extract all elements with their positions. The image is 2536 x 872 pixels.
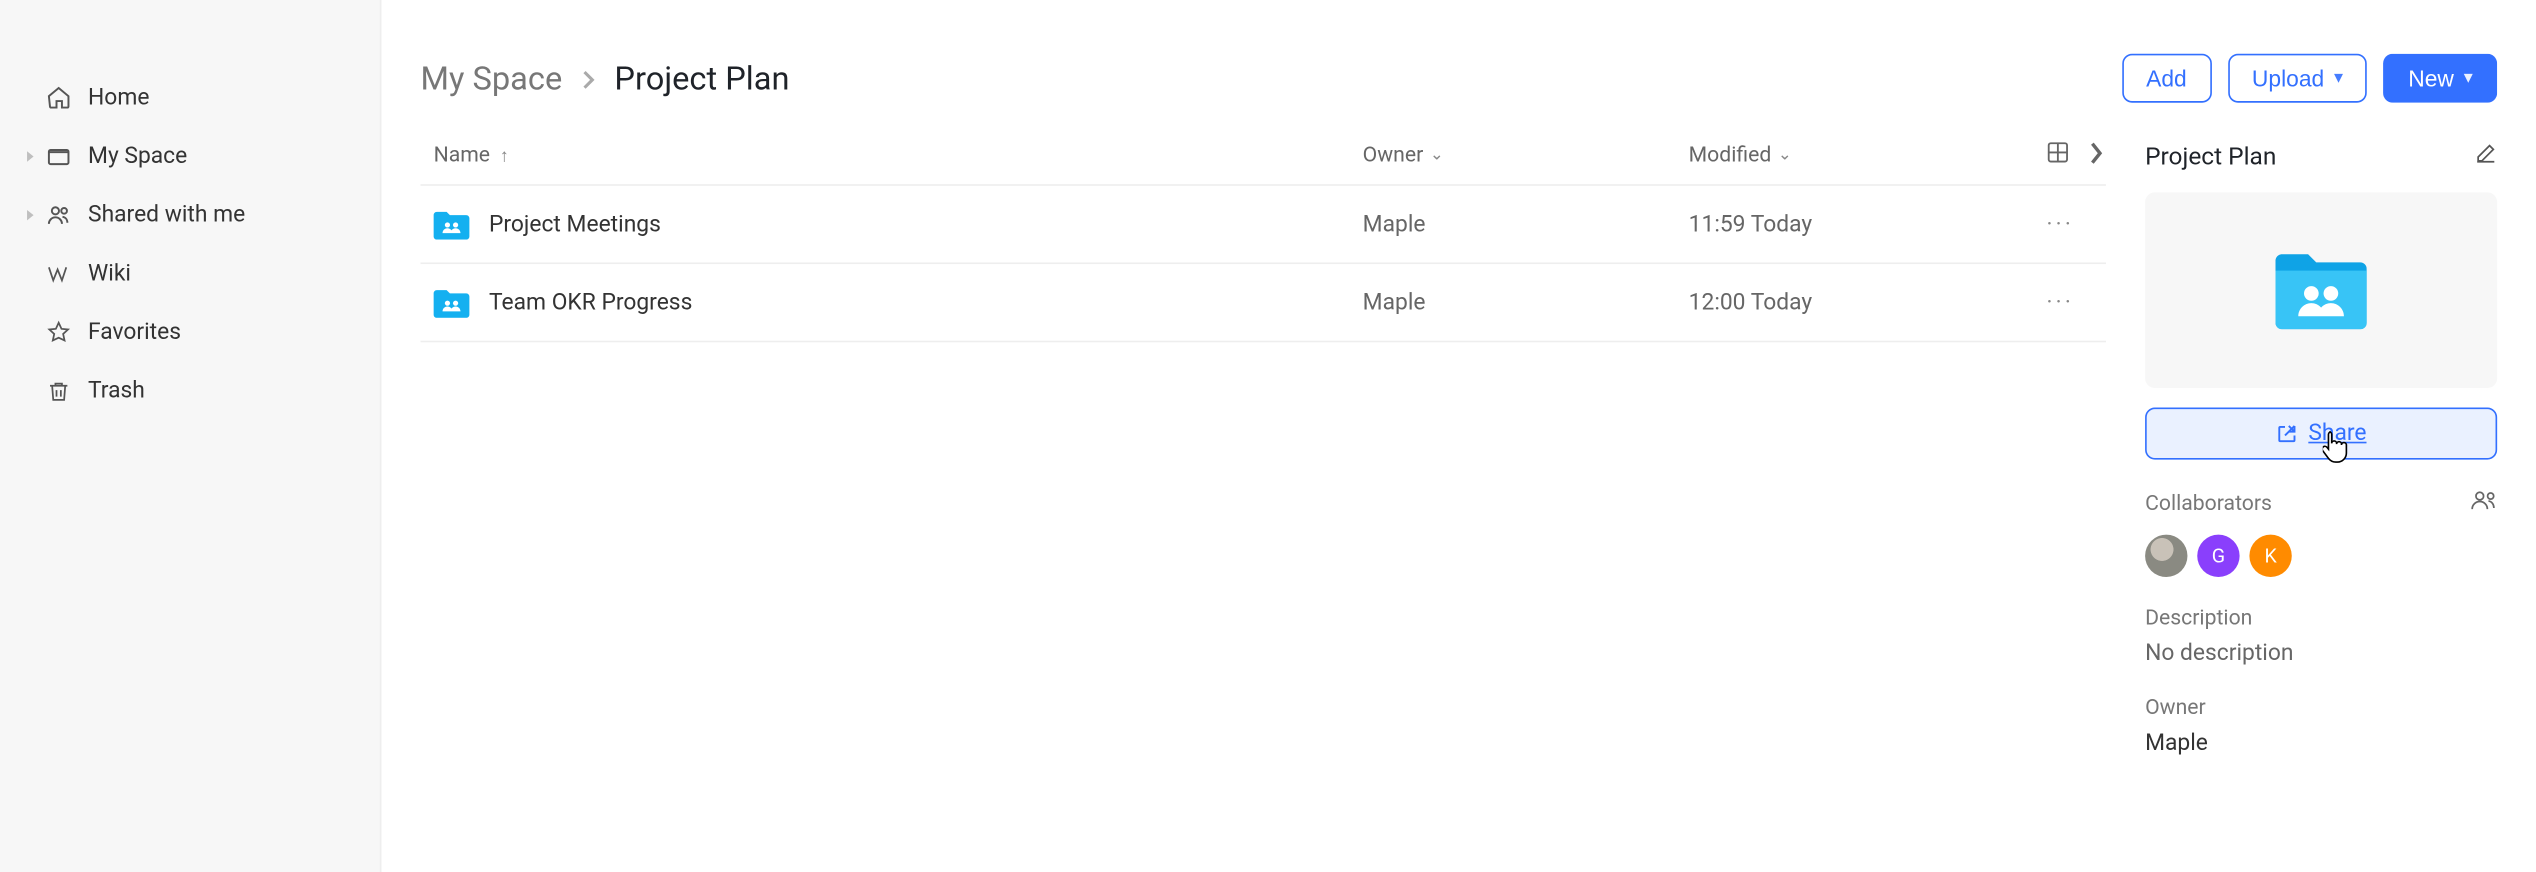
sort-ascending-icon: ↑ [500, 145, 509, 166]
star-icon [46, 319, 72, 345]
file-list: Name ↑ Owner ⌄ Modified ⌄ [421, 127, 2106, 872]
file-owner: Maple [1363, 211, 1426, 237]
wiki-icon [46, 261, 72, 287]
trash-icon [46, 378, 72, 404]
column-name[interactable]: Name ↑ [421, 143, 1363, 167]
sidebar-item-home[interactable]: Home [0, 68, 380, 127]
shared-folder-icon [434, 288, 470, 317]
add-button[interactable]: Add [2122, 54, 2212, 103]
manage-collaborators-icon[interactable] [2471, 489, 2497, 518]
share-button[interactable]: Share [2145, 408, 2497, 460]
folder-preview [2145, 192, 2497, 388]
edit-icon[interactable] [2474, 142, 2497, 171]
sidebar-item-label: Shared with me [88, 202, 245, 228]
more-actions-icon[interactable]: ··· [2046, 211, 2074, 237]
avatar[interactable] [2145, 535, 2187, 577]
chevron-down-icon: ▾ [2464, 69, 2473, 87]
sidebar-item-label: Favorites [88, 319, 181, 345]
home-icon [46, 85, 72, 111]
expand-icon[interactable] [16, 209, 45, 222]
avatar[interactable]: K [2249, 535, 2291, 577]
sidebar: Home My Space Shared with me Wiki Favori… [0, 0, 381, 872]
sidebar-item-label: Wiki [88, 261, 131, 287]
breadcrumb-current: Project Plan [614, 59, 789, 98]
details-panel: Project Plan Share Collaborators [2145, 127, 2497, 872]
details-title: Project Plan [2145, 142, 2276, 171]
chevron-down-icon: ⌄ [1778, 147, 1792, 165]
breadcrumb-parent[interactable]: My Space [421, 59, 563, 98]
chevron-down-icon: ▾ [2334, 69, 2343, 87]
table-row[interactable]: Team OKR Progress Maple 12:00 Today ··· [421, 264, 2106, 342]
avatar[interactable]: G [2197, 535, 2239, 577]
file-name: Project Meetings [489, 211, 661, 237]
column-owner[interactable]: Owner ⌄ [1363, 143, 1689, 167]
chevron-down-icon: ⌄ [1430, 147, 1444, 165]
file-name: Team OKR Progress [489, 289, 692, 315]
owner-value: Maple [2145, 730, 2497, 756]
collapse-panel-icon[interactable] [2086, 141, 2106, 170]
expand-icon[interactable] [16, 150, 45, 163]
people-icon [46, 202, 72, 228]
sidebar-item-trash[interactable]: Trash [0, 362, 380, 421]
chevron-right-icon [579, 59, 599, 98]
sidebar-item-shared-with-me[interactable]: Shared with me [0, 186, 380, 245]
new-button[interactable]: New▾ [2384, 54, 2497, 103]
sidebar-item-favorites[interactable]: Favorites [0, 303, 380, 362]
file-modified: 12:00 Today [1689, 289, 1812, 315]
sidebar-item-wiki[interactable]: Wiki [0, 245, 380, 304]
collaborator-avatars: G K [2145, 535, 2497, 577]
column-modified[interactable]: Modified ⌄ [1689, 143, 2015, 167]
share-icon [2276, 422, 2299, 445]
owner-label: Owner [2145, 696, 2206, 720]
sidebar-item-my-space[interactable]: My Space [0, 127, 380, 186]
more-actions-icon[interactable]: ··· [2046, 289, 2074, 315]
description-value: No description [2145, 641, 2497, 667]
sidebar-item-label: Home [88, 85, 149, 111]
folder-icon [46, 143, 72, 169]
grid-view-icon[interactable] [2046, 140, 2070, 171]
shared-folder-icon [434, 209, 470, 238]
main-area: My Space Project Plan Add Upload▾ New▾ N… [381, 0, 2536, 872]
sidebar-item-label: Trash [88, 378, 145, 404]
file-modified: 11:59 Today [1689, 211, 1812, 237]
table-row[interactable]: Project Meetings Maple 11:59 Today ··· [421, 186, 2106, 264]
collaborators-label: Collaborators [2145, 491, 2272, 515]
description-label: Description [2145, 606, 2252, 630]
table-header: Name ↑ Owner ⌄ Modified ⌄ [421, 127, 2106, 186]
toolbar-actions: Add Upload▾ New▾ [2122, 54, 2498, 103]
file-owner: Maple [1363, 289, 1426, 315]
upload-button[interactable]: Upload▾ [2227, 54, 2367, 103]
sidebar-item-label: My Space [88, 143, 187, 169]
breadcrumb: My Space Project Plan [421, 59, 790, 98]
